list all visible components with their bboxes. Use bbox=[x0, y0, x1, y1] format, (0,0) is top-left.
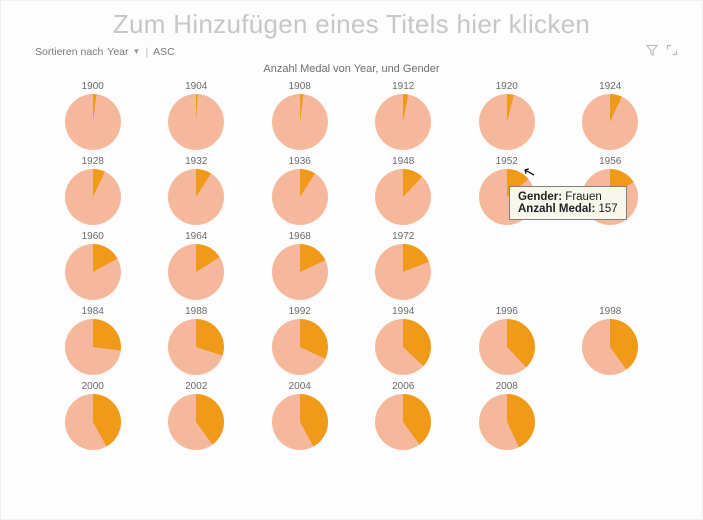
pie-chart[interactable] bbox=[168, 94, 224, 150]
pie-year-label: 1984 bbox=[82, 306, 104, 317]
pie-cell-1998[interactable]: 1998 bbox=[571, 306, 651, 375]
pie-cell-1948[interactable]: 1948 bbox=[364, 156, 444, 225]
pie-year-label: 1988 bbox=[185, 306, 207, 317]
pie-cell-1968[interactable]: 1968 bbox=[260, 231, 340, 300]
pie-chart[interactable] bbox=[479, 169, 535, 225]
pie-chart[interactable] bbox=[168, 394, 224, 450]
pie-year-label: 1994 bbox=[392, 306, 414, 317]
pie-chart[interactable] bbox=[65, 319, 121, 375]
pie-chart[interactable] bbox=[375, 169, 431, 225]
pie-cell-1972[interactable]: 1972 bbox=[364, 231, 444, 300]
pie-cell-1920[interactable]: 1920 bbox=[467, 81, 547, 150]
pie-cell-1952[interactable]: 1952 bbox=[467, 156, 547, 225]
pie-chart[interactable] bbox=[375, 319, 431, 375]
pie-chart[interactable] bbox=[65, 244, 121, 300]
small-multiples-grid: 1900 1904 1908 1912 1920 1924 1928 1932 1936 1948… bbox=[1, 81, 702, 458]
pie-year-label: 1998 bbox=[599, 306, 621, 317]
pie-chart[interactable] bbox=[65, 94, 121, 150]
pie-chart[interactable] bbox=[582, 169, 638, 225]
sort-field[interactable]: Year bbox=[107, 46, 128, 58]
pie-cell-2008[interactable]: 2008 bbox=[467, 381, 547, 450]
pie-year-label: 1928 bbox=[82, 156, 104, 167]
pie-chart[interactable] bbox=[479, 94, 535, 150]
pie-year-label: 2008 bbox=[496, 381, 518, 392]
pie-chart[interactable] bbox=[272, 394, 328, 450]
pie-year-label: 1908 bbox=[289, 81, 311, 92]
pie-cell-1988[interactable]: 1988 bbox=[157, 306, 237, 375]
pie-year-label: 1948 bbox=[392, 156, 414, 167]
pie-cell-1932[interactable]: 1932 bbox=[157, 156, 237, 225]
pie-cell-1984[interactable]: 1984 bbox=[53, 306, 133, 375]
pie-year-label: 1900 bbox=[82, 81, 104, 92]
pie-year-label: 2006 bbox=[392, 381, 414, 392]
pie-cell-2000[interactable]: 2000 bbox=[53, 381, 133, 450]
title-placeholder[interactable]: Zum Hinzufügen eines Titels hier klicken bbox=[1, 1, 702, 42]
pie-chart[interactable] bbox=[375, 94, 431, 150]
pie-cell-1936[interactable]: 1936 bbox=[260, 156, 340, 225]
filter-icon[interactable] bbox=[646, 44, 658, 59]
pie-chart[interactable] bbox=[168, 244, 224, 300]
pie-cell-1924[interactable]: 1924 bbox=[571, 81, 651, 150]
pie-chart[interactable] bbox=[272, 169, 328, 225]
pie-chart[interactable] bbox=[272, 319, 328, 375]
pie-chart[interactable] bbox=[375, 244, 431, 300]
pie-cell-1992[interactable]: 1992 bbox=[260, 306, 340, 375]
pie-chart[interactable] bbox=[272, 244, 328, 300]
chart-subtitle: Anzahl Medal von Year, und Gender bbox=[1, 63, 702, 75]
pie-year-label: 1924 bbox=[599, 81, 621, 92]
pie-cell-1996[interactable]: 1996 bbox=[467, 306, 547, 375]
toolbar: Sortieren nach Year ▼ | ASC bbox=[1, 42, 702, 61]
pie-chart[interactable] bbox=[168, 169, 224, 225]
sort-control[interactable]: Sortieren nach Year ▼ | ASC bbox=[35, 46, 175, 58]
pie-cell-1908[interactable]: 1908 bbox=[260, 81, 340, 150]
pie-year-label: 1972 bbox=[392, 231, 414, 242]
pie-cell-1912[interactable]: 1912 bbox=[364, 81, 444, 150]
pie-chart[interactable] bbox=[65, 169, 121, 225]
pie-chart[interactable] bbox=[479, 394, 535, 450]
pie-year-label: 1912 bbox=[392, 81, 414, 92]
sort-label: Sortieren nach bbox=[35, 46, 103, 58]
pie-cell-2006[interactable]: 2006 bbox=[364, 381, 444, 450]
pie-chart[interactable] bbox=[272, 94, 328, 150]
pie-year-label: 1904 bbox=[185, 81, 207, 92]
pie-cell-1928[interactable]: 1928 bbox=[53, 156, 133, 225]
expand-icon[interactable] bbox=[666, 44, 678, 59]
pie-chart[interactable] bbox=[582, 94, 638, 150]
pie-year-label: 1932 bbox=[185, 156, 207, 167]
chevron-down-icon[interactable]: ▼ bbox=[133, 47, 141, 56]
pie-chart[interactable] bbox=[65, 394, 121, 450]
pie-cell-2002[interactable]: 2002 bbox=[157, 381, 237, 450]
pie-year-label: 1952 bbox=[496, 156, 518, 167]
pie-year-label: 1960 bbox=[82, 231, 104, 242]
pie-cell-2004[interactable]: 2004 bbox=[260, 381, 340, 450]
pie-cell-1964[interactable]: 1964 bbox=[157, 231, 237, 300]
pie-year-label: 1992 bbox=[289, 306, 311, 317]
pie-cell-1900[interactable]: 1900 bbox=[53, 81, 133, 150]
pie-chart[interactable] bbox=[375, 394, 431, 450]
pie-year-label: 2002 bbox=[185, 381, 207, 392]
pie-cell-1994[interactable]: 1994 bbox=[364, 306, 444, 375]
pie-chart[interactable] bbox=[479, 319, 535, 375]
pie-year-label: 1920 bbox=[496, 81, 518, 92]
pie-chart[interactable] bbox=[582, 319, 638, 375]
pie-year-label: 2004 bbox=[289, 381, 311, 392]
pie-year-label: 1936 bbox=[289, 156, 311, 167]
pie-year-label: 1996 bbox=[496, 306, 518, 317]
pie-year-label: 2000 bbox=[82, 381, 104, 392]
pie-year-label: 1968 bbox=[289, 231, 311, 242]
pie-cell-1956[interactable]: 1956 bbox=[571, 156, 651, 225]
pie-cell-1960[interactable]: 1960 bbox=[53, 231, 133, 300]
pie-cell-1904[interactable]: 1904 bbox=[157, 81, 237, 150]
pie-year-label: 1956 bbox=[599, 156, 621, 167]
sort-sep: | bbox=[145, 46, 148, 58]
pie-chart[interactable] bbox=[168, 319, 224, 375]
pie-year-label: 1964 bbox=[185, 231, 207, 242]
sort-direction[interactable]: ASC bbox=[153, 46, 175, 58]
